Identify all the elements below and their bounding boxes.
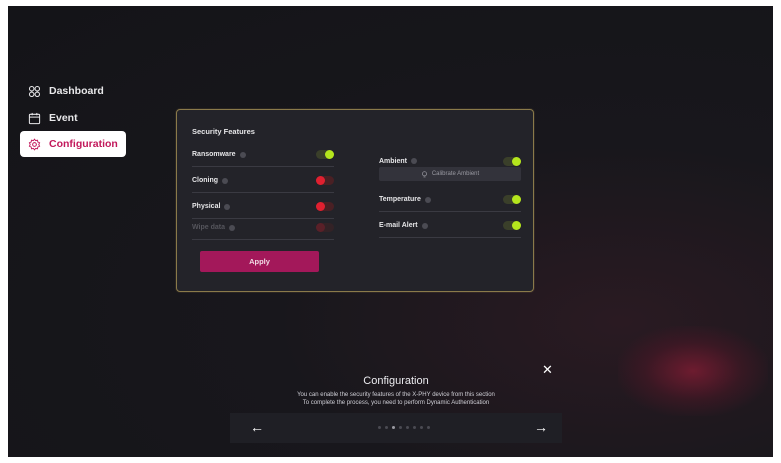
sidebar-item-event[interactable]: Event — [20, 105, 126, 131]
step-dot[interactable] — [420, 426, 423, 429]
app-window: Dashboard Event Configuration Security F… — [8, 6, 773, 457]
background-glow — [618, 326, 768, 416]
sidebar-item-label: Configuration — [49, 138, 118, 150]
info-icon[interactable] — [424, 196, 431, 203]
feature-label: Wipe data — [192, 224, 225, 231]
info-icon[interactable] — [222, 177, 229, 184]
ransomware-toggle[interactable] — [316, 150, 334, 159]
cloning-toggle[interactable] — [316, 176, 334, 185]
sidebar-item-label: Dashboard — [49, 85, 104, 97]
feature-row-ransomware: Ransomware — [192, 143, 334, 167]
info-icon — [229, 224, 235, 231]
step-dot[interactable] — [385, 426, 388, 429]
physical-toggle[interactable] — [316, 202, 334, 211]
calendar-icon — [28, 112, 41, 124]
wipe-data-toggle — [316, 223, 334, 232]
step-dot[interactable] — [413, 426, 416, 429]
arrow-right-icon[interactable]: → — [534, 419, 548, 435]
step-dot[interactable] — [399, 426, 402, 429]
feature-label: Ambient — [379, 157, 407, 165]
info-icon[interactable] — [239, 151, 246, 158]
step-dot-active[interactable] — [392, 426, 395, 429]
feature-label: Temperature — [379, 196, 421, 203]
card-title: Security Features — [192, 127, 255, 136]
info-icon[interactable] — [224, 203, 231, 210]
ambient-toggle[interactable] — [503, 156, 521, 166]
step-dot[interactable] — [427, 426, 430, 429]
feature-label: E-mail Alert — [379, 222, 418, 229]
sidebar-item-dashboard[interactable]: Dashboard — [20, 78, 126, 104]
bulb-icon — [421, 170, 427, 177]
temperature-toggle[interactable] — [503, 195, 521, 204]
info-icon[interactable] — [411, 158, 417, 164]
calibrate-ambient-button[interactable]: Calibrate Ambient — [379, 167, 521, 181]
feature-label: Ransomware — [192, 151, 236, 158]
step-dot[interactable] — [378, 426, 381, 429]
apply-button[interactable]: Apply — [200, 251, 319, 272]
tour-navigation: ← → — [230, 413, 562, 443]
feature-label: Physical — [192, 203, 221, 210]
grid-icon — [28, 85, 41, 97]
gear-icon — [28, 137, 41, 151]
sidebar-item-configuration[interactable]: Configuration — [20, 131, 126, 157]
calibrate-label: Calibrate Ambient — [431, 171, 480, 177]
tour-title: Configuration — [363, 375, 429, 387]
info-icon[interactable] — [421, 222, 428, 229]
feature-row-cloning: Cloning — [192, 169, 334, 193]
arrow-left-icon[interactable]: ← — [250, 419, 264, 435]
feature-label: Cloning — [192, 177, 219, 184]
tour-panel: Configuration You can enable the securit… — [230, 358, 562, 451]
sidebar-item-label: Event — [49, 112, 78, 124]
security-features-card: Security Features Ransomware Cloning Phy… — [176, 109, 534, 292]
feature-row-wipe-data: Wipe data — [192, 216, 334, 240]
email-alert-toggle[interactable] — [503, 221, 521, 230]
feature-row-email-alert: E-mail Alert — [379, 214, 521, 238]
step-indicator — [378, 426, 430, 429]
step-dot[interactable] — [406, 426, 409, 429]
tour-text-line-1: You can enable the security features of … — [297, 392, 495, 398]
tour-text-line-2: To complete the process, you need to per… — [302, 400, 490, 406]
feature-row-temperature: Temperature — [379, 188, 521, 212]
close-icon[interactable]: ✕ — [542, 362, 553, 378]
